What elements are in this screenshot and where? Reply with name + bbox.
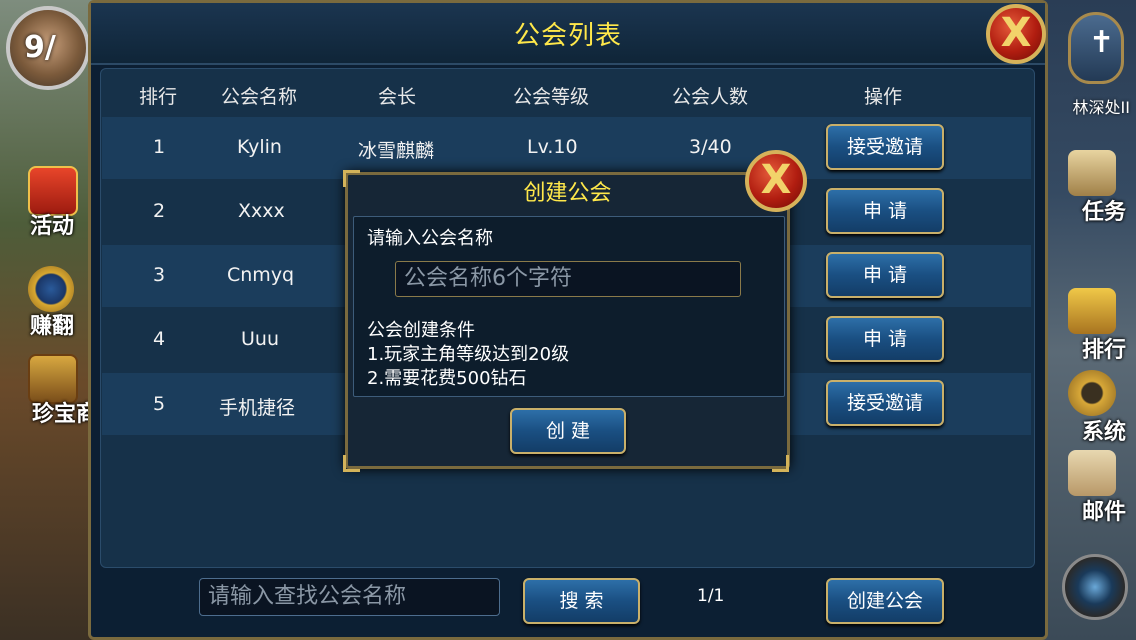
mail-button[interactable]: 邮件 [1052, 446, 1132, 526]
row-guild-name: Cnmyq [227, 264, 295, 286]
avatar-logo: 9/ [24, 30, 56, 65]
row-rank: 2 [153, 200, 166, 222]
player-avatar[interactable]: 9/ [6, 6, 90, 90]
create-guild-button[interactable]: 创建公会 [826, 578, 944, 624]
row-level: Lv.10 [527, 136, 578, 158]
guild-name-input[interactable]: 公会名称6个字符 [395, 261, 741, 297]
trophy-icon [1068, 288, 1116, 334]
header-guild-name: 公会名称 [221, 86, 298, 108]
row-rank: 5 [153, 393, 166, 415]
quest-button[interactable]: 任务 [1052, 146, 1132, 226]
system-button[interactable]: 系统 [1052, 366, 1132, 446]
gear-icon [1068, 370, 1116, 416]
dialog-close-button[interactable]: X [745, 150, 807, 212]
system-label: 系统 [1081, 420, 1126, 445]
condition-item: 2.需要花费500钻石 [367, 368, 527, 389]
search-button[interactable]: 搜 索 [523, 578, 640, 624]
row-guild-name: Xxxx [238, 200, 285, 222]
shield-icon: ✝ [1068, 12, 1124, 84]
quest-label: 任务 [1081, 200, 1126, 225]
dialog-title: 创建公会 [523, 181, 612, 206]
treasure-shop-button[interactable]: 珍宝商 [10, 348, 98, 428]
condition-item: 1.玩家主角等级达到20级 [367, 344, 570, 365]
activity-label: 活动 [30, 214, 75, 239]
close-icon: X [760, 157, 792, 203]
header-action: 操作 [864, 86, 903, 108]
scroll-icon [1068, 150, 1116, 196]
activity-button[interactable]: 活动 [10, 160, 90, 240]
header-member-count: 公会人数 [672, 86, 749, 108]
earn-label: 赚翻 [30, 314, 75, 339]
compass-icon [1062, 554, 1128, 620]
row-leader: 冰雪麒麟 [358, 140, 435, 162]
menu-toggle-button[interactable] [1052, 550, 1132, 632]
row-rank: 3 [153, 264, 166, 286]
ranking-button[interactable]: 排行 [1052, 284, 1132, 364]
row-guild-name: Kylin [237, 136, 282, 158]
guild-badge-label: 林深处II [1072, 98, 1130, 117]
accept-invite-button[interactable]: 接受邀请 [826, 124, 944, 170]
accept-invite-button[interactable]: 接受邀请 [826, 380, 944, 426]
row-rank: 4 [153, 328, 166, 350]
earn-button[interactable]: 赚翻 [10, 260, 90, 340]
apply-button[interactable]: 申 请 [826, 188, 944, 234]
close-icon: X [1000, 10, 1032, 56]
dialog-corner-ornament [772, 455, 789, 472]
mail-label: 邮件 [1081, 500, 1126, 525]
ranking-label: 排行 [1081, 338, 1126, 363]
dialog-prompt: 请输入公会名称 [367, 228, 493, 249]
apply-button[interactable]: 申 请 [826, 252, 944, 298]
header-rank: 排行 [139, 86, 178, 108]
page-indicator: 1/1 [697, 586, 725, 606]
close-button[interactable]: X [986, 4, 1046, 64]
guild-badge[interactable]: ✝ 林深处II [1060, 12, 1130, 117]
guild-search-input[interactable]: 请输入查找公会名称 [199, 578, 500, 616]
header-leader: 会长 [378, 86, 417, 108]
row-guild-name: 手机捷径 [219, 397, 296, 419]
header-guild-level: 公会等级 [513, 86, 590, 108]
dialog-corner-ornament [343, 455, 360, 472]
gold-wheel-icon [28, 266, 74, 312]
row-members: 3/40 [689, 136, 732, 158]
row-guild-name: Uuu [241, 328, 279, 350]
envelope-icon [1068, 450, 1116, 496]
cross-icon: ✝ [1089, 25, 1115, 60]
panel-title: 公会列表 [91, 3, 1045, 65]
row-rank: 1 [153, 136, 166, 158]
dialog-create-button[interactable]: 创 建 [510, 408, 626, 454]
conditions-title: 公会创建条件 [367, 320, 475, 341]
apply-button[interactable]: 申 请 [826, 316, 944, 362]
